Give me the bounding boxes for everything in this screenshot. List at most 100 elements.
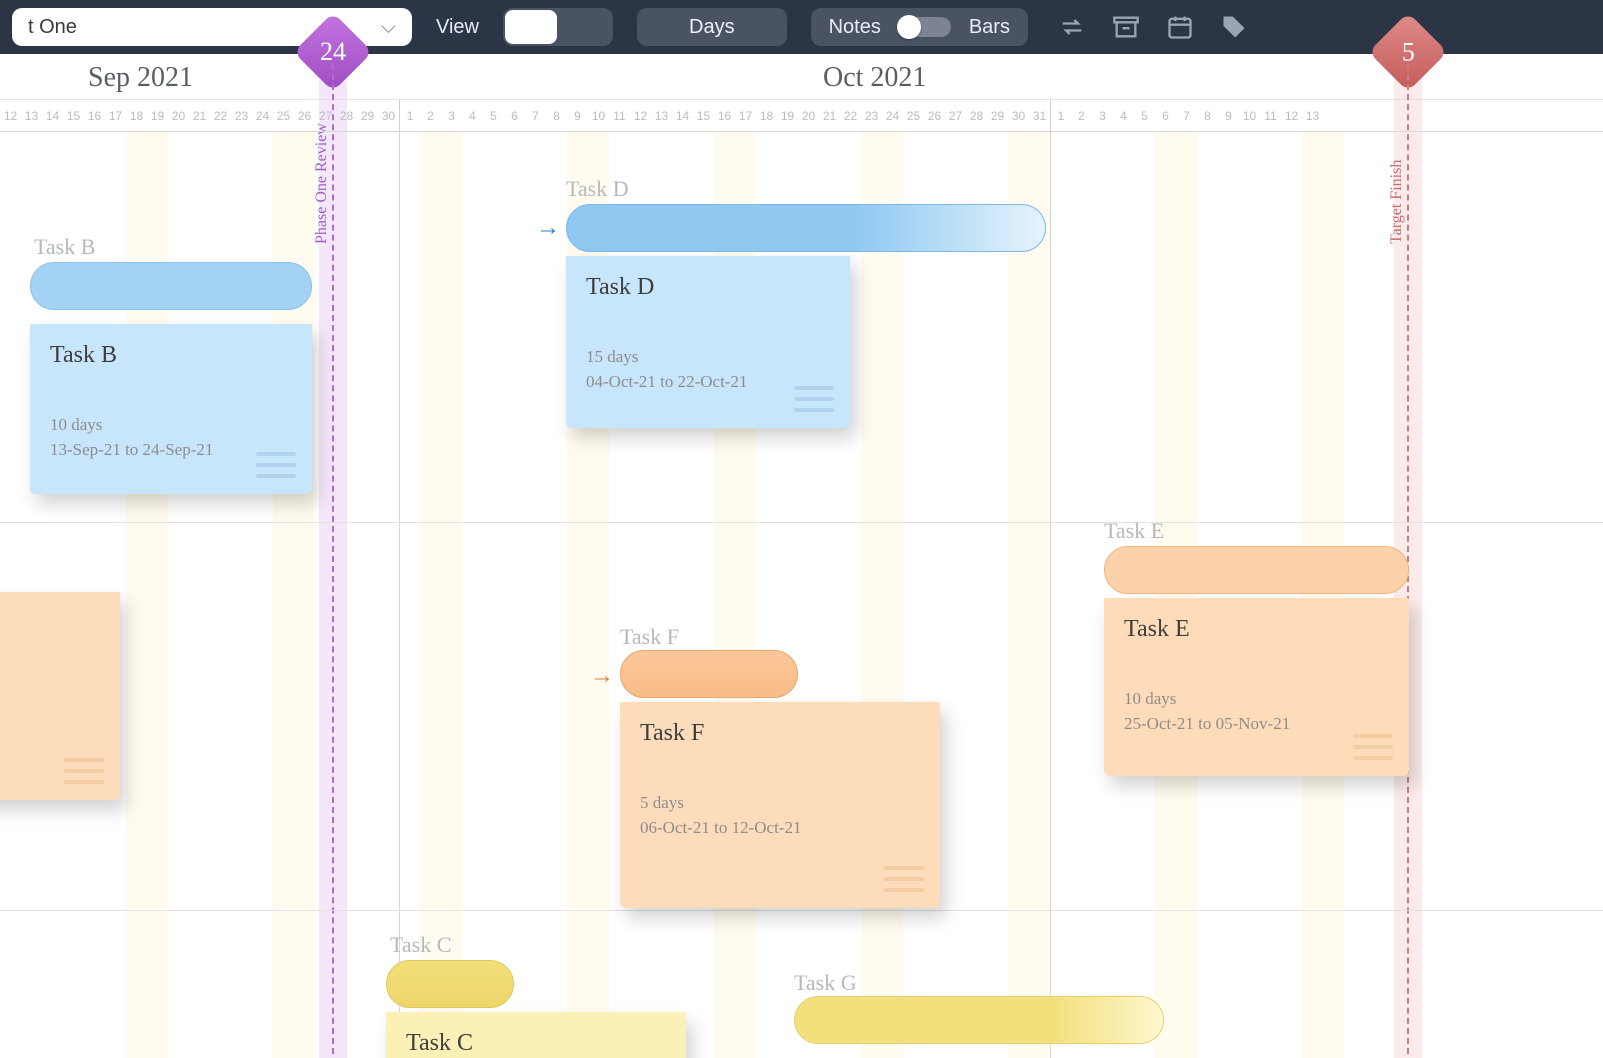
- note-duration: 10 days: [1124, 687, 1389, 712]
- calendar-icon[interactable]: [1164, 11, 1196, 43]
- day-cell: 14: [42, 100, 63, 132]
- task-bar-f[interactable]: [620, 650, 798, 698]
- note-duration: 10 days: [50, 413, 292, 438]
- day-cell: 14: [672, 100, 693, 132]
- month-label-oct: Oct 2021: [823, 62, 926, 94]
- task-note-b[interactable]: Task B 10 days 13-Sep-21 to 24-Sep-21: [30, 324, 312, 494]
- day-cell: 24: [882, 100, 903, 132]
- toolbar: t One ⌵ View Days Notes Bars: [0, 0, 1603, 54]
- day-cell: 8: [1197, 100, 1218, 132]
- day-cell: 11: [609, 100, 630, 132]
- day-cell: 26: [294, 100, 315, 132]
- month-gridline: [399, 132, 400, 1058]
- day-cell: 11: [1260, 100, 1281, 132]
- day-cell: 30: [378, 100, 399, 132]
- day-cell: 29: [357, 100, 378, 132]
- task-label: Task D: [566, 176, 629, 202]
- weekend-shade: [420, 132, 462, 1058]
- day-cell: 9: [567, 100, 588, 132]
- day-cell: 21: [819, 100, 840, 132]
- month-gridline: [1050, 132, 1051, 1058]
- day-cell: 12: [1281, 100, 1302, 132]
- day-cell: 10: [1239, 100, 1260, 132]
- task-label: Task F: [620, 624, 679, 650]
- row-divider: [0, 910, 1603, 911]
- day-cell: 12: [630, 100, 651, 132]
- drag-lines-icon: [794, 386, 834, 412]
- task-bar-c[interactable]: [386, 960, 514, 1008]
- task-label: Task G: [794, 970, 857, 996]
- day-cell: 4: [462, 100, 483, 132]
- timeline-canvas[interactable]: Task B Task B 10 days 13-Sep-21 to 24-Se…: [0, 132, 1603, 1058]
- display-mode-group: Notes Bars: [811, 8, 1028, 46]
- task-bar-g[interactable]: [794, 996, 1164, 1044]
- task-bar-d[interactable]: [566, 204, 1046, 252]
- task-note-partial[interactable]: -Sep-21: [0, 592, 120, 800]
- notes-label: Notes: [829, 16, 881, 39]
- month-header: Sep 2021 Oct 2021 24 Phase One Review 5 …: [0, 54, 1603, 100]
- day-cell: 21: [189, 100, 210, 132]
- zoom-in-button[interactable]: [749, 12, 783, 42]
- notes-bars-switch[interactable]: [899, 17, 951, 37]
- tag-icon[interactable]: [1218, 11, 1250, 43]
- day-cell: 17: [735, 100, 756, 132]
- task-note-f[interactable]: Task F 5 days 06-Oct-21 to 12-Oct-21: [620, 702, 940, 908]
- zoom-label: Days: [675, 16, 749, 39]
- day-cell: 17: [105, 100, 126, 132]
- day-cell: 31: [1029, 100, 1050, 132]
- day-cell: 20: [798, 100, 819, 132]
- day-cell: 23: [231, 100, 252, 132]
- archive-icon[interactable]: [1110, 11, 1142, 43]
- zoom-out-button[interactable]: [641, 12, 675, 42]
- day-cell: 16: [84, 100, 105, 132]
- task-label: Task E: [1104, 518, 1164, 544]
- day-cell: 28: [966, 100, 987, 132]
- drag-lines-icon: [256, 452, 296, 478]
- day-cell: 15: [693, 100, 714, 132]
- day-cell: 27: [945, 100, 966, 132]
- day-cell: 24: [252, 100, 273, 132]
- map-view-button[interactable]: [505, 10, 557, 44]
- task-label: Task B: [34, 234, 95, 260]
- day-cell: 4: [1113, 100, 1134, 132]
- drag-lines-icon: [64, 758, 104, 784]
- drag-lines-icon: [884, 866, 924, 892]
- task-bar-b[interactable]: [30, 262, 312, 310]
- day-cell: 22: [840, 100, 861, 132]
- project-select-value: t One: [28, 16, 77, 39]
- day-cell: 3: [1092, 100, 1113, 132]
- chevron-down-icon: ⌵: [381, 16, 396, 39]
- day-cell: 28: [336, 100, 357, 132]
- weekend-shade: [1155, 132, 1197, 1058]
- list-view-button[interactable]: [559, 8, 613, 46]
- day-cell: 7: [1176, 100, 1197, 132]
- day-cell: 23: [861, 100, 882, 132]
- day-cell: 18: [756, 100, 777, 132]
- day-header: 1213141516171819202122232425262728293012…: [0, 100, 1603, 132]
- view-label: View: [436, 16, 479, 39]
- note-title: Task E: [1124, 616, 1389, 643]
- task-note-d[interactable]: Task D 15 days 04-Oct-21 to 22-Oct-21: [566, 256, 850, 428]
- task-bar-e[interactable]: [1104, 546, 1409, 594]
- note-duration: 15 days: [586, 345, 830, 370]
- day-cell: 13: [651, 100, 672, 132]
- milestone-day: 24: [320, 37, 346, 67]
- day-cell: 18: [126, 100, 147, 132]
- day-cell: 5: [1134, 100, 1155, 132]
- day-cell: 12: [0, 100, 21, 132]
- weekend-shade: [861, 132, 903, 1058]
- day-cell: 13: [21, 100, 42, 132]
- note-title: Task F: [640, 720, 920, 747]
- day-cell: 5: [483, 100, 504, 132]
- day-cell: 22: [210, 100, 231, 132]
- day-cell: 1: [1050, 100, 1071, 132]
- day-cell: 6: [1155, 100, 1176, 132]
- note-range: 06-Oct-21 to 12-Oct-21: [640, 816, 920, 841]
- task-note-e[interactable]: Task E 10 days 25-Oct-21 to 05-Nov-21: [1104, 598, 1409, 776]
- task-note-c[interactable]: Task C: [386, 1012, 686, 1058]
- day-cell: 15: [63, 100, 84, 132]
- weekend-shade: [1302, 132, 1344, 1058]
- day-cell: 19: [147, 100, 168, 132]
- note-title: Task B: [50, 342, 292, 369]
- swap-icon[interactable]: [1056, 11, 1088, 43]
